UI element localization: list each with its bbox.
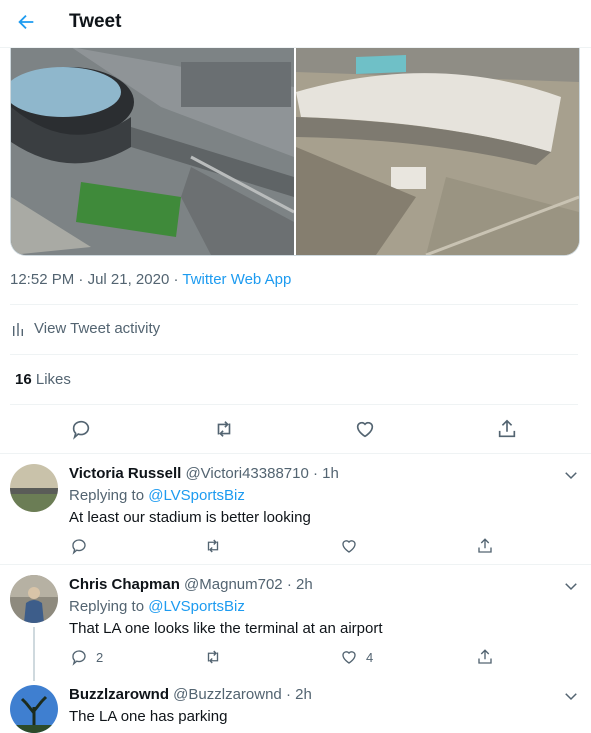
avatar-image bbox=[10, 464, 58, 512]
replying-prefix: Replying to bbox=[69, 487, 145, 504]
reply-tweet[interactable]: Victoria Russell @Victori43388710 · 1h R… bbox=[0, 454, 591, 563]
avatar[interactable] bbox=[10, 575, 58, 623]
page-title: Tweet bbox=[69, 11, 122, 32]
view-tweet-activity-link[interactable]: View Tweet activity bbox=[10, 320, 160, 337]
dot-separator: · bbox=[282, 576, 296, 593]
heart-icon bbox=[342, 540, 356, 553]
heart-icon bbox=[356, 421, 374, 438]
retweet-button[interactable] bbox=[204, 647, 222, 667]
avatar-image bbox=[10, 575, 58, 623]
retweet-button[interactable] bbox=[204, 536, 222, 556]
reply-header: Chris Chapman @Magnum702 · 2h bbox=[69, 576, 313, 593]
share-button[interactable] bbox=[476, 647, 494, 667]
meta-separator-2: · bbox=[169, 271, 183, 288]
retweet-icon bbox=[207, 539, 219, 553]
reply-text: At least our stadium is better looking bbox=[69, 509, 311, 526]
tweet-age[interactable]: 2h bbox=[296, 576, 313, 593]
reply-button[interactable]: 2 bbox=[70, 647, 103, 667]
reply-text: That LA one looks like the terminal at a… bbox=[69, 620, 383, 637]
media-photo-sofi-stadium[interactable] bbox=[296, 47, 579, 255]
user-handle[interactable]: @Victori43388710 bbox=[185, 465, 308, 482]
media-photo-raiders-stadium[interactable] bbox=[11, 47, 294, 255]
chevron-down-icon[interactable] bbox=[562, 577, 580, 595]
retweet-icon bbox=[207, 650, 219, 664]
share-button[interactable] bbox=[494, 416, 520, 442]
reply-button[interactable] bbox=[70, 536, 88, 556]
reply-button[interactable] bbox=[68, 416, 94, 442]
likes-link[interactable]: 16 Likes bbox=[15, 371, 71, 388]
likes-label: Likes bbox=[35, 371, 71, 388]
replying-prefix: Replying to bbox=[69, 598, 145, 615]
chevron-down-icon[interactable] bbox=[562, 687, 580, 705]
reply-header: Buzzlzarownd @Buzzlzarownd · 2h bbox=[69, 686, 312, 703]
share-icon bbox=[498, 419, 516, 438]
like-button[interactable] bbox=[340, 536, 358, 556]
reply-header: Victoria Russell @Victori43388710 · 1h bbox=[69, 465, 339, 482]
user-handle[interactable]: @Buzzlzarownd bbox=[173, 686, 282, 703]
tweet-age[interactable]: 2h bbox=[295, 686, 312, 703]
share-icon bbox=[478, 649, 492, 664]
reply-count: 2 bbox=[96, 649, 104, 665]
avatar[interactable] bbox=[10, 464, 58, 512]
tweet-time: 12:52 PM bbox=[10, 271, 75, 288]
tweet-action-bar bbox=[0, 416, 591, 444]
dot-separator: · bbox=[281, 686, 296, 703]
bar-chart-icon bbox=[13, 322, 23, 336]
replying-to: Replying to @LVSportsBiz bbox=[69, 598, 245, 615]
dot-separator: · bbox=[308, 465, 323, 482]
heart-icon bbox=[342, 651, 356, 664]
meta-separator: · bbox=[74, 271, 88, 288]
reply-tweet[interactable]: Chris Chapman @Magnum702 · 2h Replying t… bbox=[0, 565, 591, 681]
avatar[interactable] bbox=[10, 685, 58, 733]
activity-label: View Tweet activity bbox=[34, 320, 161, 337]
reply-tweet[interactable]: Buzzlzarownd @Buzzlzarownd · 2h The LA o… bbox=[0, 675, 591, 733]
reply-icon bbox=[72, 539, 86, 555]
user-name[interactable]: Chris Chapman bbox=[69, 576, 180, 593]
reply-text: The LA one has parking bbox=[69, 708, 228, 725]
tweet-timestamp[interactable]: 12:52 PM · Jul 21, 2020 · Twitter Web Ap… bbox=[10, 271, 291, 288]
avatar-image bbox=[10, 685, 58, 733]
stadium-aerial-illustration bbox=[11, 47, 294, 255]
thread-connector bbox=[33, 627, 35, 681]
tweet-source-link[interactable]: Twitter Web App bbox=[182, 271, 291, 288]
back-arrow-button[interactable] bbox=[12, 8, 40, 36]
share-button[interactable] bbox=[476, 536, 494, 556]
arrow-left-icon bbox=[18, 14, 34, 30]
tweet-age[interactable]: 1h bbox=[322, 465, 339, 482]
retweet-button[interactable] bbox=[211, 416, 237, 442]
tweet-media[interactable] bbox=[10, 47, 580, 256]
divider bbox=[10, 404, 578, 405]
mention-link[interactable]: @LVSportsBiz bbox=[148, 487, 245, 504]
header-bar: Tweet bbox=[0, 0, 591, 48]
chevron-down-icon[interactable] bbox=[562, 466, 580, 484]
divider bbox=[10, 354, 578, 355]
like-button[interactable] bbox=[352, 416, 378, 442]
replying-to: Replying to @LVSportsBiz bbox=[69, 487, 245, 504]
stadium-aerial-illustration-2 bbox=[296, 47, 579, 255]
user-name[interactable]: Buzzlzarownd bbox=[69, 686, 169, 703]
likes-count: 16 bbox=[15, 371, 32, 388]
like-button[interactable]: 4 bbox=[340, 647, 373, 667]
tweet-date: Jul 21, 2020 bbox=[87, 271, 170, 288]
retweet-icon bbox=[217, 421, 231, 437]
mention-link[interactable]: @LVSportsBiz bbox=[148, 598, 245, 615]
like-count: 4 bbox=[366, 649, 374, 665]
share-icon bbox=[478, 538, 492, 553]
user-name[interactable]: Victoria Russell bbox=[69, 465, 181, 482]
reply-icon bbox=[72, 650, 86, 666]
reply-icon bbox=[72, 420, 90, 440]
user-handle[interactable]: @Magnum702 bbox=[184, 576, 283, 593]
divider bbox=[10, 304, 578, 305]
